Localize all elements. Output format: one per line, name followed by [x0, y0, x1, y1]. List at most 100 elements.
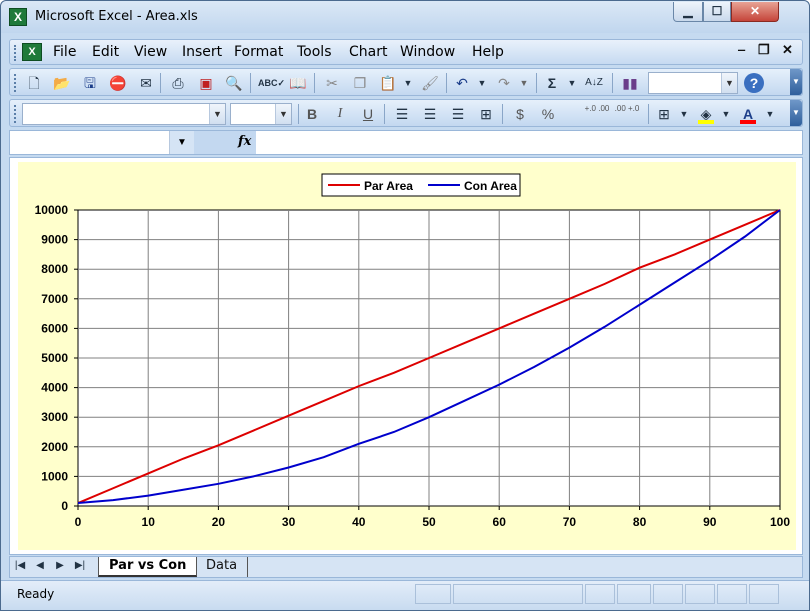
save-icon[interactable]: 🖫 — [80, 73, 100, 93]
chart-area[interactable]: 0 10 20 30 40 50 60 70 80 90 100 0 1000 2000 3000 4000 5… — [18, 162, 796, 550]
toolbar-separator — [536, 73, 537, 93]
chevron-down-icon[interactable]: ▼ — [209, 104, 225, 124]
fill-color-dropdown-icon[interactable]: ▼ — [716, 104, 736, 124]
excel-app-icon[interactable]: X — [9, 8, 27, 26]
tab-data[interactable]: Data — [196, 557, 249, 577]
doc-minimize-button[interactable]: ‒ — [738, 42, 745, 57]
copy-icon[interactable]: ❐ — [350, 73, 370, 93]
minimize-button[interactable]: ▁ — [673, 2, 703, 22]
doc-restore-button[interactable]: ❐ — [758, 42, 770, 58]
pdf-icon[interactable]: ▣ — [196, 73, 216, 93]
toolbar-options-icon[interactable]: ▼ — [790, 69, 802, 95]
x-tick-label: 0 — [75, 515, 82, 529]
zoom-combo[interactable]: ▼ — [648, 72, 738, 94]
fill-color-icon[interactable]: ◈ — [696, 104, 716, 124]
align-center-icon[interactable]: ☰ — [420, 104, 440, 124]
x-tick-label: 50 — [422, 515, 436, 529]
research-icon[interactable]: 📖 — [288, 73, 308, 93]
next-sheet-button[interactable]: ▶ — [52, 560, 68, 571]
align-left-icon[interactable]: ☰ — [392, 104, 412, 124]
menu-view[interactable]: View — [134, 44, 167, 60]
align-right-icon[interactable]: ☰ — [448, 104, 468, 124]
status-panel — [415, 584, 451, 604]
toolbar-grip[interactable] — [14, 105, 17, 123]
previous-sheet-button[interactable]: ◀ — [32, 560, 48, 571]
menu-edit[interactable]: Edit — [92, 44, 119, 60]
status-bar: Ready — [1, 580, 809, 610]
formula-input[interactable] — [256, 131, 802, 154]
y-tick-label: 6000 — [41, 321, 68, 335]
email-icon[interactable]: ✉ — [136, 73, 156, 93]
font-name-combo[interactable]: ▼ — [22, 103, 226, 125]
menu-insert[interactable]: Insert — [182, 44, 222, 60]
y-tick-label: 1000 — [41, 469, 68, 483]
last-sheet-button[interactable]: ▶| — [72, 560, 88, 571]
status-panel — [617, 584, 651, 604]
underline-button[interactable]: U — [358, 104, 378, 124]
paste-icon[interactable]: 📋 — [378, 73, 398, 93]
paste-dropdown-icon[interactable]: ▼ — [398, 73, 418, 93]
merge-center-icon[interactable]: ⊞ — [476, 104, 496, 124]
italic-button[interactable]: I — [330, 104, 350, 124]
toolbar-separator — [446, 73, 447, 93]
cut-icon[interactable]: ✂ — [322, 73, 342, 93]
chevron-down-icon[interactable]: ▼ — [721, 73, 737, 93]
spelling-icon[interactable]: ABC✓ — [258, 73, 285, 93]
permission-icon[interactable]: ⛔ — [108, 73, 128, 93]
redo-dropdown-icon[interactable]: ▼ — [514, 73, 534, 93]
close-button[interactable]: ✕ — [731, 2, 779, 22]
chart-wizard-icon[interactable]: ▮▮ — [620, 73, 640, 93]
menu-chart[interactable]: Chart — [349, 44, 387, 60]
new-icon[interactable]: 🗋 — [24, 73, 44, 93]
name-box[interactable] — [10, 131, 170, 154]
autosum-icon[interactable]: Σ — [542, 73, 562, 93]
toolbar-grip[interactable] — [14, 74, 17, 92]
tab-par-vs-con[interactable]: Par vs Con — [98, 557, 198, 577]
print-preview-icon[interactable]: 🔍 — [224, 73, 244, 93]
undo-dropdown-icon[interactable]: ▼ — [472, 73, 492, 93]
menu-file[interactable]: File — [53, 44, 76, 60]
open-icon[interactable]: 📂 — [52, 73, 72, 93]
menu-tools[interactable]: Tools — [297, 44, 332, 60]
line-chart[interactable]: 0 10 20 30 40 50 60 70 80 90 100010002000300040005… — [18, 162, 796, 550]
font-size-combo[interactable]: ▼ — [230, 103, 292, 125]
insert-function-area: fx — [194, 131, 256, 154]
maximize-button[interactable]: ☐ — [703, 2, 731, 22]
workbook-icon[interactable]: X — [22, 43, 42, 61]
menubar-grip[interactable] — [14, 45, 17, 61]
menu-format[interactable]: Format — [234, 44, 283, 60]
bold-button[interactable]: B — [302, 104, 322, 124]
chevron-down-icon[interactable]: ▼ — [170, 131, 194, 154]
x-tick-label: 20 — [212, 515, 226, 529]
font-color-icon[interactable]: A — [738, 104, 758, 124]
currency-button[interactable]: $ — [510, 104, 530, 124]
borders-dropdown-icon[interactable]: ▼ — [674, 104, 694, 124]
toolbar-separator — [298, 104, 299, 124]
toolbar-options-icon[interactable]: ▼ — [790, 100, 802, 126]
chevron-down-icon[interactable]: ▼ — [275, 104, 291, 124]
menu-window[interactable]: Window — [400, 44, 455, 60]
menu-help[interactable]: Help — [472, 44, 504, 60]
redo-icon[interactable]: ↷ — [494, 73, 514, 93]
decrease-decimal-button[interactable]: .00 +.0 — [614, 104, 640, 124]
font-color-dropdown-icon[interactable]: ▼ — [760, 104, 780, 124]
toolbar-separator — [250, 73, 251, 93]
excel-window: X Microsoft Excel - Area.xls ▁ ☐ ✕ X Fil… — [0, 0, 810, 611]
standard-toolbar: 🗋 📂 🖫 ⛔ ✉ ⎙ ▣ 🔍 ABC✓ 📖 ✂ ❐ 📋 ▼ 🖌 ↶ ▼ ↷ ▼… — [9, 68, 803, 96]
print-icon[interactable]: ⎙ — [168, 73, 188, 93]
percent-button[interactable]: % — [538, 104, 558, 124]
toolbar-separator — [160, 73, 161, 93]
x-tick-label: 40 — [352, 515, 366, 529]
help-icon[interactable]: ? — [744, 73, 764, 93]
x-tick-label: 90 — [703, 515, 717, 529]
first-sheet-button[interactable]: |◀ — [12, 560, 28, 571]
toolbar-separator — [384, 104, 385, 124]
insert-function-icon[interactable]: fx — [238, 134, 251, 149]
borders-icon[interactable]: ⊞ — [654, 104, 674, 124]
format-painter-icon[interactable]: 🖌 — [420, 73, 440, 93]
increase-decimal-button[interactable]: +.0 .00 — [584, 104, 610, 124]
undo-icon[interactable]: ↶ — [452, 73, 472, 93]
autosum-dropdown-icon[interactable]: ▼ — [562, 73, 582, 93]
doc-close-button[interactable]: ✕ — [782, 42, 793, 58]
sort-icon[interactable]: A↓Z — [584, 73, 604, 93]
